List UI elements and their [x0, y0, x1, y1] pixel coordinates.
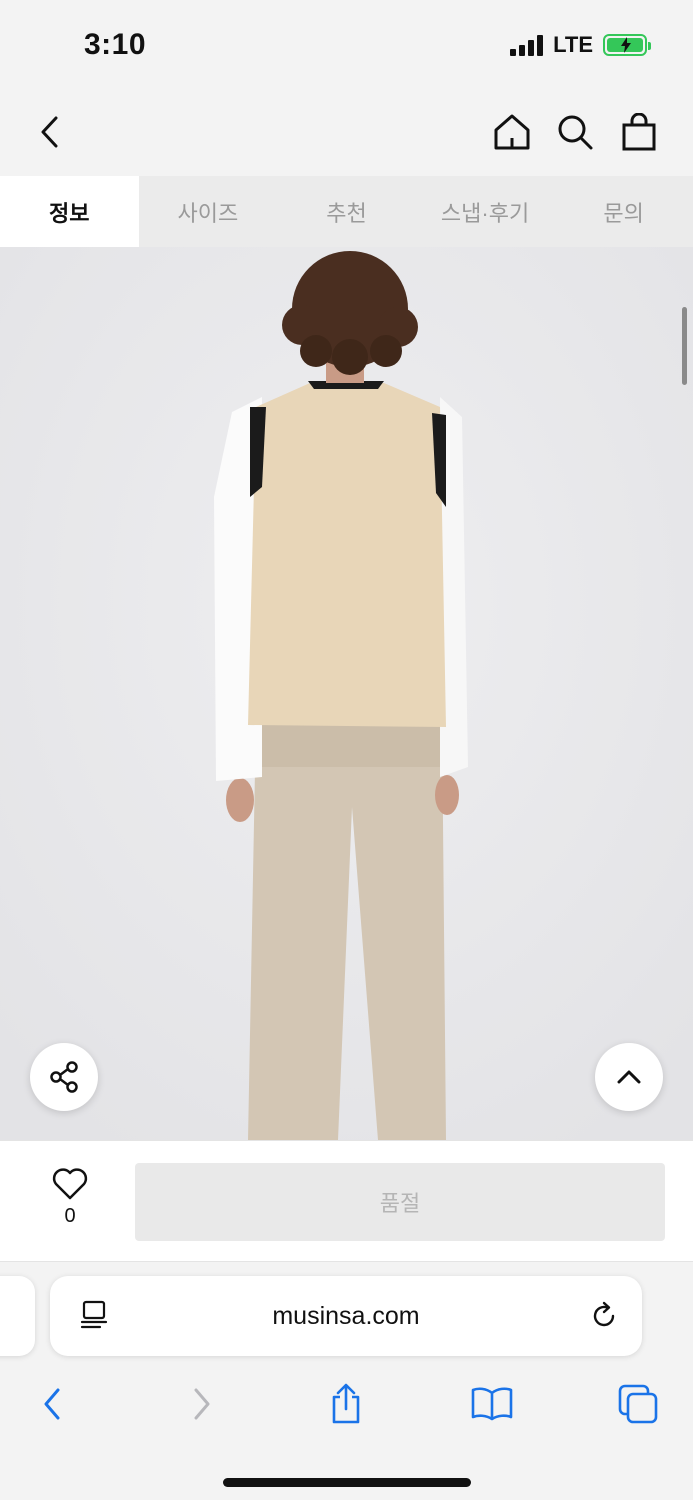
status-bar: 3:10 LTE: [0, 0, 693, 92]
home-indicator: [223, 1478, 471, 1487]
search-icon[interactable]: [551, 108, 599, 156]
battery-icon: [603, 34, 651, 56]
tabs-icon[interactable]: [614, 1380, 662, 1428]
previous-tab-preview[interactable]: [0, 1276, 35, 1356]
address-bar[interactable]: musinsa.com: [50, 1276, 642, 1356]
tab-info[interactable]: 정보: [0, 176, 139, 247]
share-icon: [50, 1061, 78, 1093]
status-time: 3:10: [84, 28, 147, 61]
url-text: musinsa.com: [272, 1302, 420, 1330]
home-icon[interactable]: [488, 108, 536, 156]
soldout-button: 품절: [135, 1163, 665, 1241]
reload-icon[interactable]: [586, 1298, 622, 1334]
signal-icon: [510, 34, 544, 56]
bookmarks-icon[interactable]: [468, 1380, 516, 1428]
product-image: [0, 247, 693, 1140]
browser-forward-icon: [178, 1380, 226, 1428]
purchase-bar: 0 품절: [0, 1140, 693, 1262]
share-button[interactable]: [30, 1043, 98, 1111]
model-illustration: [0, 247, 693, 1140]
network-label: LTE: [553, 32, 593, 57]
chevron-up-icon: [617, 1070, 641, 1084]
tab-snap-review[interactable]: 스냅·후기: [416, 176, 555, 247]
browser-toolbar: musinsa.com: [0, 1262, 693, 1500]
scroll-top-button[interactable]: [595, 1043, 663, 1111]
back-icon[interactable]: [26, 108, 74, 156]
like-count: 0: [64, 1205, 76, 1227]
browser-share-icon[interactable]: [322, 1380, 370, 1428]
bag-icon[interactable]: [615, 108, 663, 156]
top-nav: [0, 92, 693, 176]
tab-recommend[interactable]: 추천: [277, 176, 416, 247]
section-tabs: 정보 사이즈 추천 스냅·후기 문의: [0, 176, 693, 247]
status-indicators: LTE: [510, 32, 651, 58]
browser-back-icon[interactable]: [28, 1380, 76, 1428]
tab-size[interactable]: 사이즈: [139, 176, 278, 247]
tab-inquiry[interactable]: 문의: [554, 176, 693, 247]
heart-icon: [52, 1168, 88, 1200]
like-button[interactable]: 0: [40, 1167, 100, 1228]
